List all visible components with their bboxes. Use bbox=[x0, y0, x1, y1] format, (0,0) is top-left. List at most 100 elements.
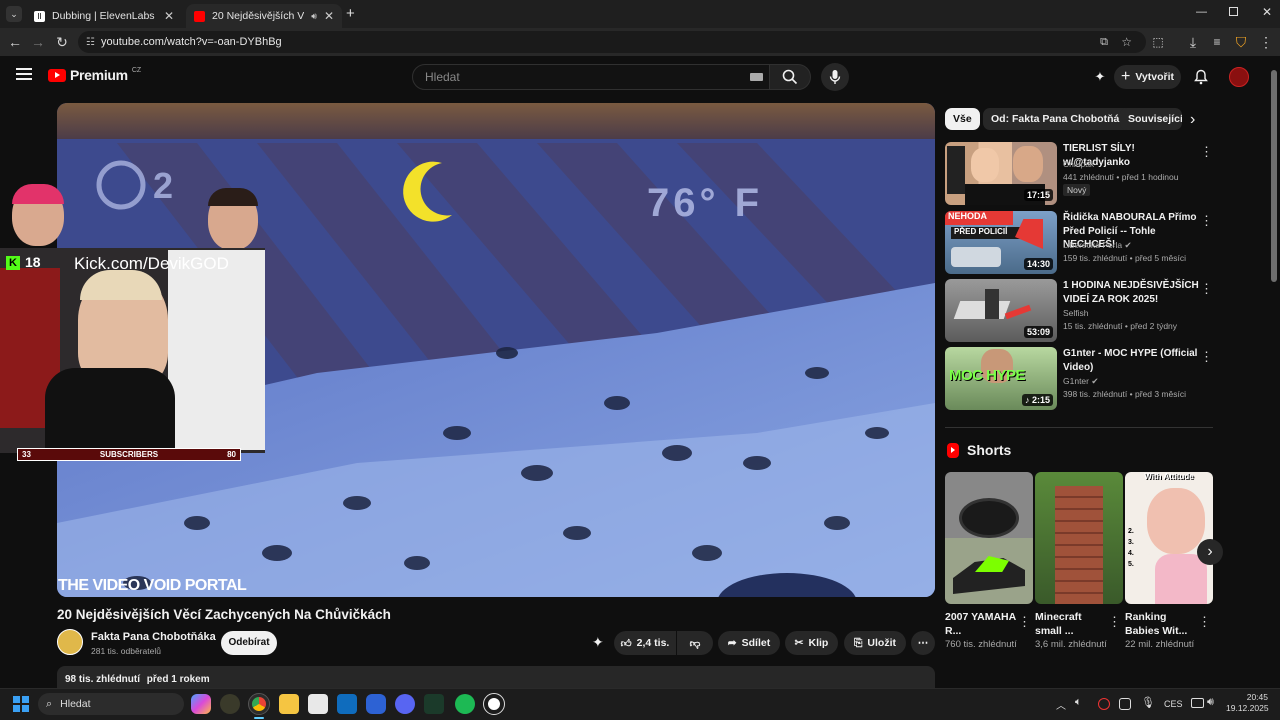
input-language[interactable]: CES bbox=[1164, 699, 1183, 709]
hamburger-menu-icon[interactable] bbox=[16, 68, 32, 80]
list-item[interactable]: MOC HYPE ♪ 2:15 G1nter - MOC HYPE (Offic… bbox=[945, 347, 1215, 411]
copilot-icon[interactable] bbox=[191, 694, 211, 714]
more-options-icon[interactable]: ⋮ bbox=[1108, 614, 1121, 630]
more-options-icon[interactable]: ⋮ bbox=[1018, 614, 1031, 630]
ask-ai-icon[interactable]: ✦ bbox=[592, 634, 604, 651]
speaker-icon[interactable]: 🔊︎ bbox=[1207, 696, 1214, 709]
avatar[interactable] bbox=[1229, 67, 1249, 87]
duration-value: 2:15 bbox=[1031, 395, 1050, 405]
list-item[interactable]: NEHODA PŘED POLICIÍ 14:30 Řidička NABOUR… bbox=[945, 211, 1215, 275]
create-button[interactable]: + Vytvořit bbox=[1114, 65, 1181, 89]
bookmark-star-icon[interactable]: ☆ bbox=[1121, 35, 1132, 49]
search-button[interactable] bbox=[769, 64, 811, 90]
dislike-button[interactable]: 👎︎ bbox=[677, 631, 713, 655]
forward-icon[interactable]: → bbox=[28, 32, 48, 52]
back-icon[interactable]: ← bbox=[5, 32, 25, 52]
file-explorer-icon[interactable] bbox=[279, 694, 299, 714]
more-actions-button[interactable]: ⋯ bbox=[911, 631, 935, 655]
share-label: Sdílet bbox=[741, 637, 771, 649]
video-stats: 15 tis. zhlédnutí • před 2 týdny bbox=[1063, 321, 1178, 331]
save-button[interactable]: ⎘ Uložit bbox=[844, 631, 906, 655]
list-item[interactable]: 53:09 1 HODINA NEJDĚSIVĚJŠÍCH VIDEÍ ZA R… bbox=[945, 279, 1215, 343]
tray-app-icon[interactable] bbox=[1098, 698, 1110, 710]
tab-search-button[interactable]: ⌄ bbox=[6, 6, 22, 22]
video-thumbnail[interactable]: MOC HYPE ♪ 2:15 bbox=[945, 347, 1057, 410]
list-item[interactable]: 17:15 TIERLIST SÍLY! w/@tadyjanko Chlupa… bbox=[945, 142, 1215, 206]
downloads-icon[interactable]: ⤓ bbox=[1183, 32, 1203, 52]
tab-youtube-active[interactable]: 20 Nejděsivějších Věcí Zach 🔊︎ ✕ bbox=[186, 4, 342, 28]
more-options-icon[interactable]: ⋮ bbox=[1200, 144, 1213, 160]
microsoft-store-icon[interactable] bbox=[308, 694, 328, 714]
more-options-icon[interactable]: ⋮ bbox=[1198, 614, 1211, 630]
chip-related[interactable]: Související bbox=[1120, 108, 1182, 130]
brave-shield-icon[interactable]: ⛉ bbox=[1231, 32, 1251, 52]
close-tab-icon[interactable]: ✕ bbox=[164, 9, 174, 23]
terminal-icon[interactable] bbox=[424, 694, 444, 714]
outlook-icon[interactable] bbox=[337, 694, 357, 714]
share-button[interactable]: ➦ Sdílet bbox=[718, 631, 780, 655]
keyboard-icon[interactable] bbox=[750, 73, 763, 81]
minimize-icon[interactable]: — bbox=[1196, 6, 1207, 18]
steam-icon[interactable] bbox=[483, 693, 505, 715]
more-options-icon[interactable]: ⋮ bbox=[1200, 349, 1213, 365]
app-icon[interactable] bbox=[366, 694, 386, 714]
taskbar-search[interactable]: ⌕ Hledat bbox=[38, 693, 184, 715]
shorts-next-button[interactable]: › bbox=[1197, 539, 1223, 565]
short-thumbnail[interactable] bbox=[945, 472, 1033, 604]
voice-search-button[interactable] bbox=[821, 63, 849, 91]
short-card[interactable]: Minecraft small ... 3,6 mil. zhlédnutí ⋮ bbox=[1035, 472, 1123, 651]
clock[interactable]: 20:45 19.12.2025 bbox=[1226, 692, 1269, 714]
subscribe-button[interactable]: Odebírat bbox=[221, 631, 277, 655]
like-button[interactable]: 👍︎ 2,4 tis. bbox=[614, 631, 676, 655]
close-window-icon[interactable]: ✕ bbox=[1262, 5, 1272, 19]
short-card[interactable]: With Attitude 2. 3. 4. 5. Ranking Babies Wi… bbox=[1125, 472, 1213, 651]
discord-icon[interactable] bbox=[395, 694, 415, 714]
reload-icon[interactable]: ↻ bbox=[52, 32, 72, 52]
short-thumbnail[interactable] bbox=[1035, 472, 1123, 604]
tray-app-icon[interactable] bbox=[1119, 698, 1131, 710]
microphone-tray-icon[interactable]: 🎙︎ bbox=[1141, 696, 1155, 709]
install-app-icon[interactable]: ⧉ bbox=[1100, 36, 1108, 49]
chevron-right-icon[interactable]: › bbox=[1190, 111, 1195, 129]
url-text: youtube.com/watch?v=-oan-DYBhBg bbox=[100, 36, 282, 48]
windows-start-icon[interactable] bbox=[13, 696, 29, 712]
speaker-icon[interactable]: 🔊︎ bbox=[311, 11, 317, 22]
restore-icon[interactable] bbox=[1229, 7, 1238, 16]
notifications-bell-icon[interactable] bbox=[1191, 67, 1211, 87]
short-title: Ranking Babies Wit... bbox=[1125, 611, 1188, 637]
channel-avatar[interactable] bbox=[57, 629, 83, 655]
chip-from-channel[interactable]: Od: Fakta Pana Chobotňáka bbox=[983, 108, 1140, 130]
tab-elevenlabs[interactable]: II Dubbing | ElevenLabs ✕ bbox=[26, 4, 182, 28]
network-icon[interactable] bbox=[1191, 698, 1204, 708]
page-scrollbar[interactable] bbox=[1271, 70, 1277, 282]
new-tab-button[interactable]: + bbox=[346, 5, 360, 22]
tab-label: 20 Nejděsivějších Věcí Zach bbox=[212, 10, 305, 22]
site-info-icon[interactable]: ☷ bbox=[86, 37, 95, 48]
more-options-icon[interactable]: ⋮ bbox=[1200, 213, 1213, 229]
close-tab-icon[interactable]: ✕ bbox=[324, 9, 334, 23]
short-card[interactable]: 2007 YAMAHA R... 760 tis. zhlédnutí ⋮ bbox=[945, 472, 1033, 651]
more-options-icon[interactable]: ⋮ bbox=[1200, 281, 1213, 297]
address-bar[interactable]: ☷ youtube.com/watch?v=-oan-DYBhBg ⧉ ☆ bbox=[78, 31, 1146, 53]
channel-name[interactable]: Fakta Pana Chobotňáka bbox=[91, 631, 216, 643]
video-thumbnail[interactable]: 17:15 bbox=[945, 142, 1057, 205]
reading-list-icon[interactable]: ≡ bbox=[1207, 32, 1227, 52]
short-thumbnail[interactable]: With Attitude 2. 3. 4. 5. bbox=[1125, 472, 1213, 604]
volume-tray-icon[interactable]: 🔈︎ bbox=[1075, 696, 1082, 709]
chip-all[interactable]: Vše bbox=[945, 108, 980, 130]
chrome-icon[interactable] bbox=[248, 693, 270, 715]
video-thumbnail[interactable]: 53:09 bbox=[945, 279, 1057, 342]
tray-chevron-icon[interactable]: ︿ bbox=[1056, 697, 1066, 712]
clip-button[interactable]: ✂ Klip bbox=[785, 631, 838, 655]
description-box[interactable]: 98 tis. zhlédnutí před 1 rokem bbox=[57, 666, 935, 690]
search-input[interactable]: Hledat bbox=[412, 64, 770, 90]
youtube-premium-logo[interactable]: Premium CZ bbox=[48, 67, 141, 83]
youtube-play-icon bbox=[48, 68, 66, 82]
app-icon[interactable] bbox=[220, 694, 240, 714]
video-thumbnail[interactable]: NEHODA PŘED POLICIÍ 14:30 bbox=[945, 211, 1057, 274]
spotify-icon[interactable] bbox=[455, 694, 475, 714]
cast-icon[interactable]: ✦ bbox=[1090, 67, 1110, 87]
extensions-icon[interactable]: ⬚ bbox=[1148, 32, 1168, 52]
browser-menu-icon[interactable]: ⋮ bbox=[1256, 32, 1276, 52]
sub-goal-label: SUBSCRIBERS bbox=[99, 450, 159, 459]
